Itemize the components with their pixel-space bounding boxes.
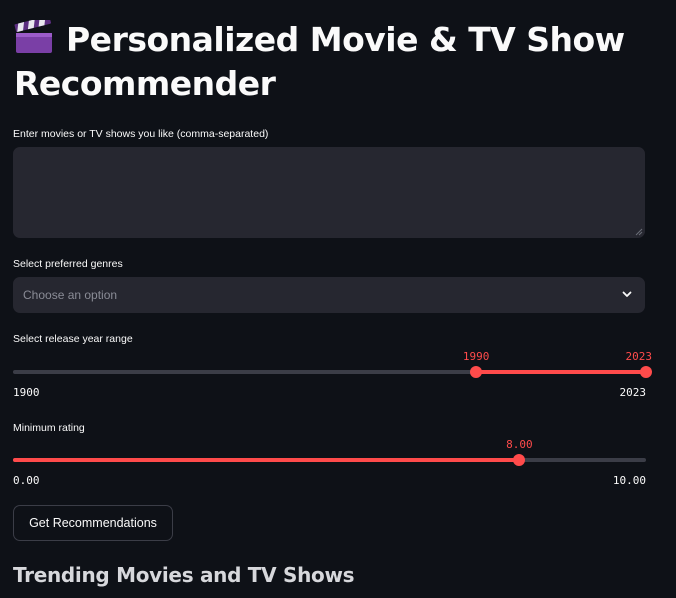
movies-textarea[interactable] bbox=[13, 147, 645, 238]
genres-placeholder: Choose an option bbox=[23, 288, 118, 302]
resize-grip-icon[interactable] bbox=[635, 228, 643, 236]
movies-input-label: Enter movies or TV shows you like (comma… bbox=[13, 128, 269, 140]
page-title: Personalized Movie & TV Show Recommender bbox=[14, 15, 654, 106]
genres-select[interactable]: Choose an option bbox=[13, 277, 645, 313]
chevron-down-icon[interactable] bbox=[621, 288, 633, 300]
app-page: Personalized Movie & TV Show Recommender… bbox=[0, 0, 676, 598]
year-range-label: Select release year range bbox=[13, 333, 133, 345]
year-range-fill bbox=[476, 370, 646, 374]
rating-label: Minimum rating bbox=[13, 422, 85, 434]
rating-value: 8.00 bbox=[506, 438, 533, 451]
rating-fill bbox=[13, 458, 520, 462]
year-low-thumb[interactable] bbox=[470, 366, 483, 378]
rating-thumb[interactable] bbox=[513, 454, 526, 466]
year-high-thumb[interactable] bbox=[640, 366, 652, 378]
trending-heading: Trending Movies and TV Shows bbox=[13, 563, 355, 587]
genres-label: Select preferred genres bbox=[13, 258, 123, 270]
year-max-label: 2023 bbox=[619, 386, 647, 399]
rating-min-label: 0.00 bbox=[13, 474, 40, 487]
year-min-label: 1900 bbox=[13, 386, 40, 399]
title-line-2: Recommender bbox=[14, 64, 276, 103]
year-low-value: 1990 bbox=[462, 350, 490, 363]
clapper-board-icon bbox=[14, 15, 54, 54]
get-recommendations-button[interactable]: Get Recommendations bbox=[13, 505, 173, 541]
rating-max-label: 10.00 bbox=[612, 474, 646, 487]
year-high-value: 2023 bbox=[625, 350, 653, 363]
title-line-1: Personalized Movie & TV Show bbox=[66, 20, 625, 59]
